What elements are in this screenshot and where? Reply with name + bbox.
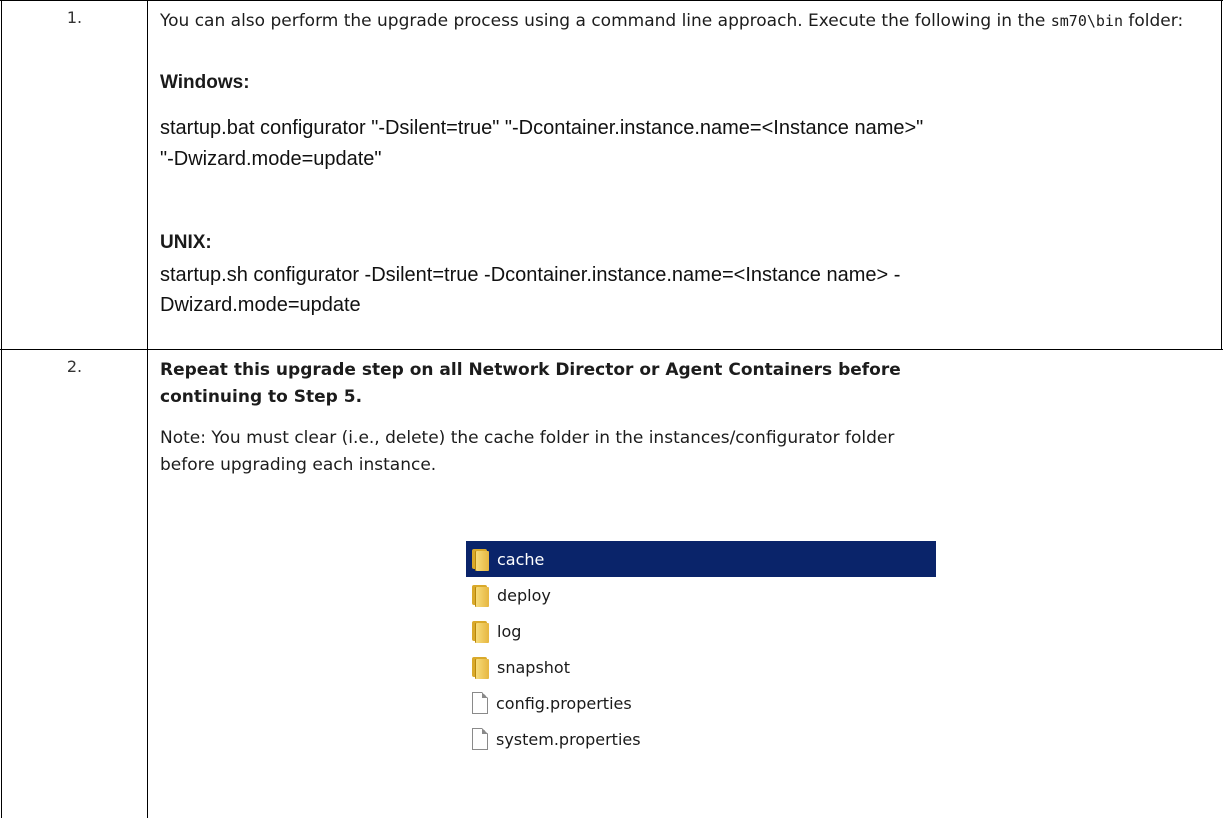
table-row-divider (0, 349, 1223, 350)
step-1-intro: You can also perform the upgrade process… (160, 8, 1215, 35)
item-label: snapshot (497, 657, 570, 677)
folder-icon (470, 547, 489, 571)
folder-listing-screenshot: cache deploy log snapshot config.propert… (466, 541, 936, 757)
table-border-right (1221, 0, 1222, 350)
item-label: deploy (497, 585, 551, 605)
step-number: 2. (66, 357, 83, 376)
step-2-instruction-line-1: Repeat this upgrade step on all Network … (160, 360, 901, 380)
unix-command-line-2: Dwizard.mode=update (160, 294, 361, 316)
item-label: config.properties (496, 693, 632, 713)
list-item-config-properties[interactable]: config.properties (466, 685, 936, 721)
step-2-instruction-line-2: continuing to Step 5. (160, 387, 363, 407)
folder-path: sm70\bin (1050, 12, 1123, 30)
list-item-deploy[interactable]: deploy (466, 577, 936, 613)
step-1-content: You can also perform the upgrade process… (160, 8, 1215, 35)
list-item-system-properties[interactable]: system.properties (466, 721, 936, 757)
unix-heading: UNIX: (160, 232, 212, 253)
file-icon (472, 728, 488, 750)
list-item-snapshot[interactable]: snapshot (466, 649, 936, 685)
windows-heading: Windows: (160, 72, 250, 93)
table-border-top (0, 0, 1223, 1)
folder-icon (470, 619, 489, 643)
item-label: system.properties (496, 729, 641, 749)
list-item-log[interactable]: log (466, 613, 936, 649)
intro-suffix: folder: (1123, 11, 1184, 31)
step-number: 1. (66, 8, 83, 27)
list-item-cache[interactable]: cache (466, 541, 936, 577)
windows-command-line-1: startup.bat configurator "-Dsilent=true"… (160, 117, 924, 139)
step-2-note-line-1: Note: You must clear (i.e., delete) the … (160, 428, 895, 448)
table-column-divider (147, 0, 148, 818)
unix-command-line-1: startup.sh configurator -Dsilent=true -D… (160, 264, 901, 286)
step-2-note-line-2: before upgrading each instance. (160, 455, 437, 475)
file-icon (472, 692, 488, 714)
item-label: cache (497, 549, 545, 569)
table-border-left (1, 0, 2, 818)
item-label: log (497, 621, 522, 641)
windows-command-line-2: "-Dwizard.mode=update" (160, 148, 382, 170)
folder-icon (470, 583, 489, 607)
intro-text: You can also perform the upgrade process… (160, 11, 1051, 31)
folder-icon (470, 655, 489, 679)
